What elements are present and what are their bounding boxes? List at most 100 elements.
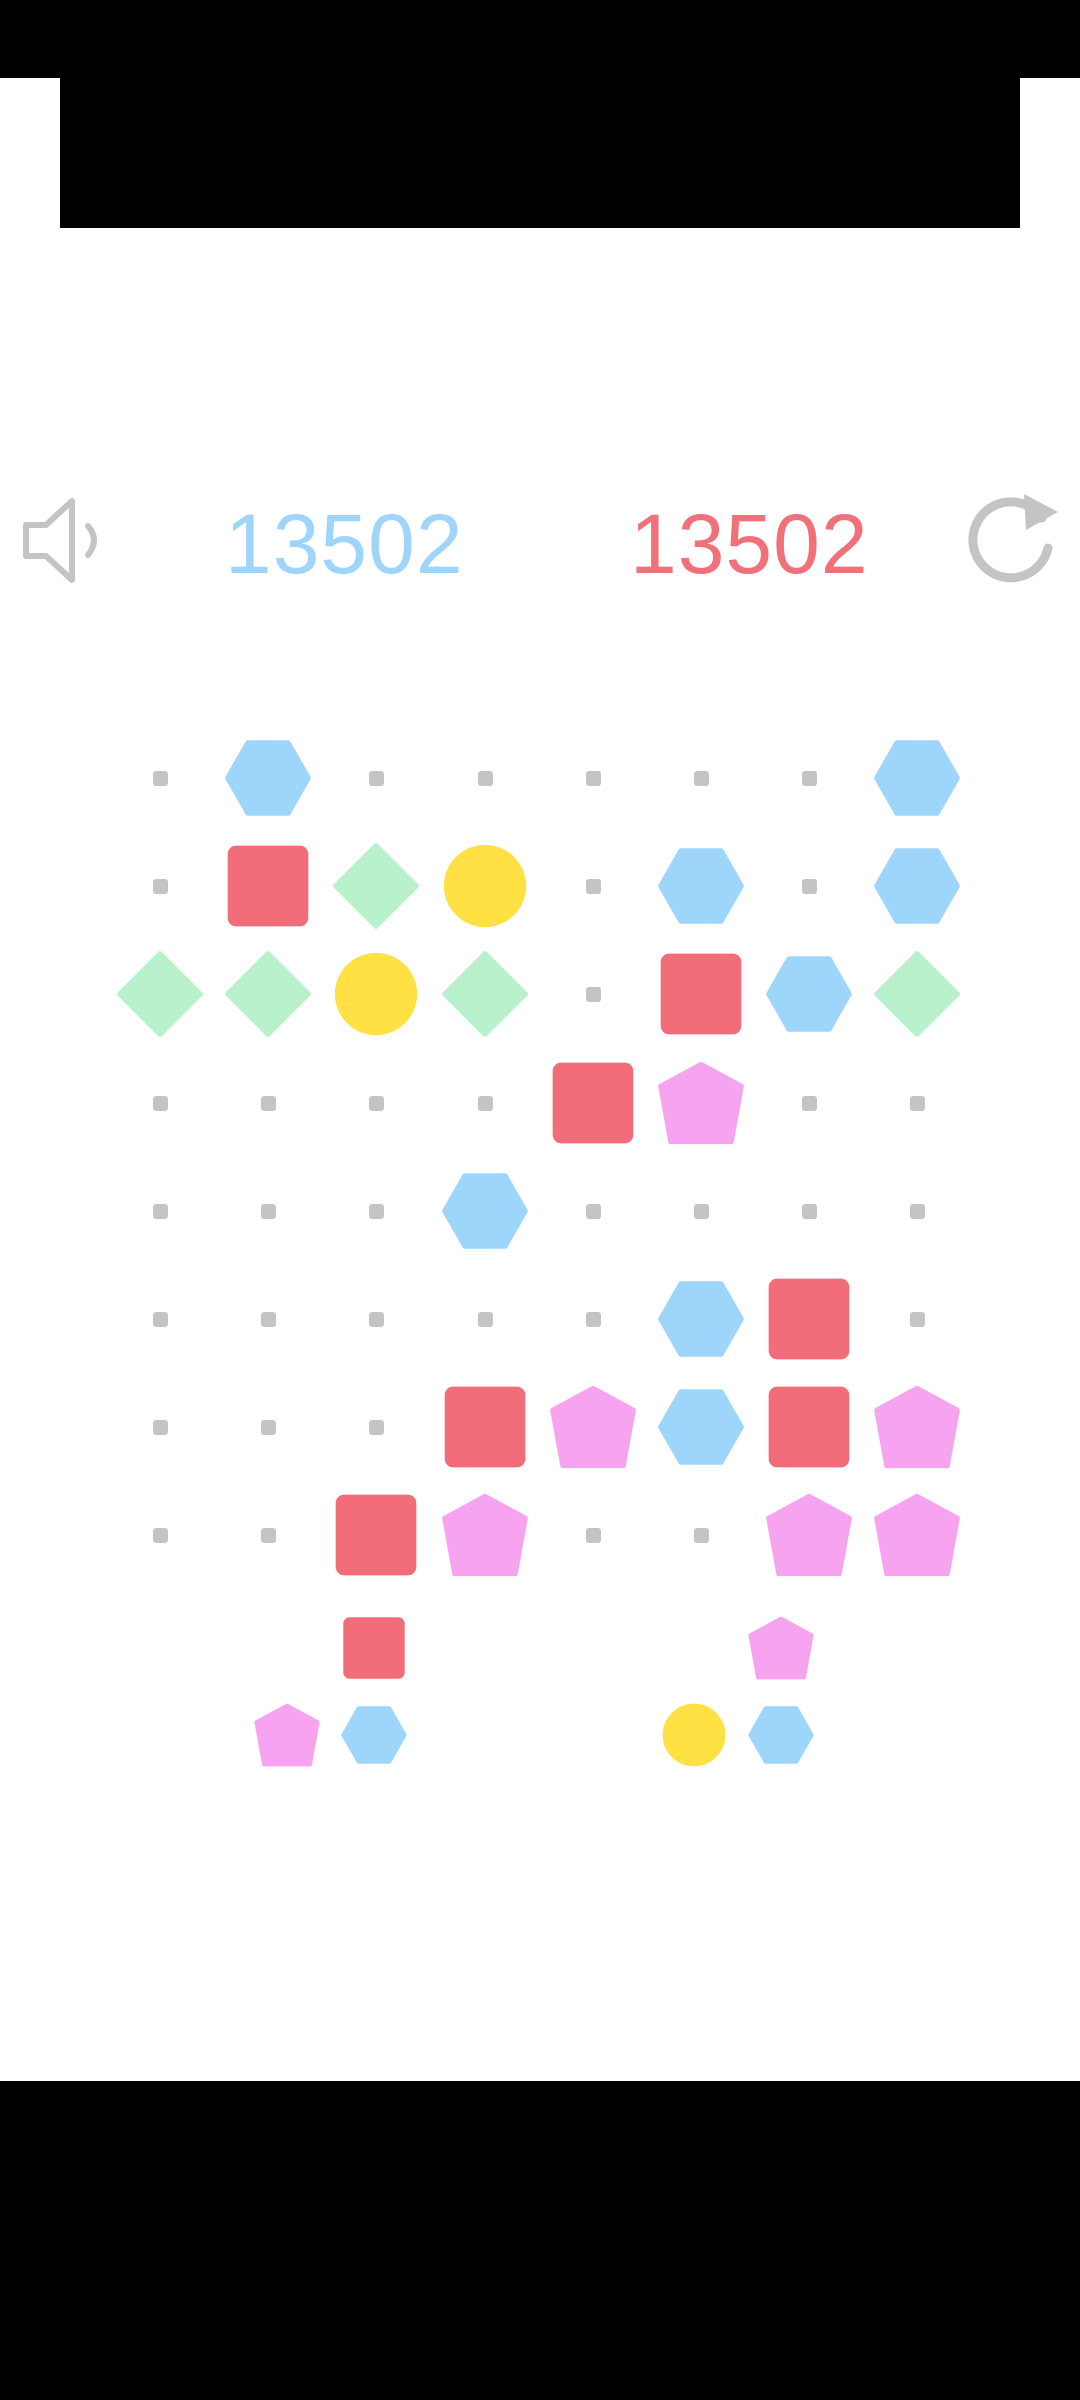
pentagon-icon	[874, 1493, 960, 1577]
empty-cell[interactable]	[651, 1485, 751, 1585]
hexagon-icon	[442, 1173, 528, 1249]
diamond-cell[interactable]	[867, 944, 967, 1044]
pentagon-icon	[658, 1061, 744, 1145]
top-status-bar	[0, 0, 1080, 78]
empty-cell[interactable]	[759, 836, 859, 936]
empty-cell[interactable]	[867, 1053, 967, 1153]
hexagon-icon	[874, 740, 960, 816]
empty-dot	[585, 986, 601, 1002]
empty-dot	[152, 770, 168, 786]
hexagon-cell[interactable]	[867, 836, 967, 936]
pentagon-icon	[874, 1385, 960, 1469]
square-cell[interactable]	[543, 1053, 643, 1153]
empty-cell[interactable]	[543, 944, 643, 1044]
empty-cell[interactable]	[218, 1269, 318, 1369]
empty-cell[interactable]	[543, 836, 643, 936]
empty-cell[interactable]	[435, 1269, 535, 1369]
hexagon-icon	[766, 956, 852, 1032]
empty-cell[interactable]	[110, 1377, 210, 1477]
hexagon-cell[interactable]	[651, 1269, 751, 1369]
bottom-navigation-bar	[0, 2081, 1080, 2400]
empty-cell[interactable]	[326, 728, 426, 828]
empty-cell[interactable]	[543, 1485, 643, 1585]
next-piece-2[interactable]	[659, 1613, 833, 1787]
diamond-cell[interactable]	[435, 944, 535, 1044]
empty-cell[interactable]	[543, 1161, 643, 1261]
circle-icon	[662, 1703, 726, 1767]
empty-cell[interactable]	[110, 1161, 210, 1261]
empty-cell[interactable]	[110, 1053, 210, 1153]
hexagon-icon	[658, 1389, 744, 1465]
square-icon	[227, 845, 309, 927]
hexagon-cell[interactable]	[435, 1161, 535, 1261]
pentagon-cell[interactable]	[867, 1485, 967, 1585]
pentagon-cell[interactable]	[759, 1485, 859, 1585]
piece-pentagon-cell	[746, 1613, 816, 1683]
empty-cell[interactable]	[110, 1485, 210, 1585]
hexagon-cell[interactable]	[218, 728, 318, 828]
hexagon-cell[interactable]	[867, 728, 967, 828]
pentagon-cell[interactable]	[867, 1377, 967, 1477]
diamond-cell[interactable]	[326, 836, 426, 936]
pentagon-icon	[254, 1703, 320, 1767]
empty-cell[interactable]	[435, 728, 535, 828]
diamond-cell[interactable]	[218, 944, 318, 1044]
circle-cell[interactable]	[435, 836, 535, 936]
empty-dot	[368, 1203, 384, 1219]
empty-cell[interactable]	[543, 728, 643, 828]
empty-cell[interactable]	[326, 1269, 426, 1369]
pentagon-icon	[766, 1493, 852, 1577]
empty-cell[interactable]	[651, 728, 751, 828]
circle-cell[interactable]	[326, 944, 426, 1044]
pentagon-icon	[550, 1385, 636, 1469]
hexagon-cell[interactable]	[759, 944, 859, 1044]
diamond-icon	[874, 951, 960, 1037]
empty-cell[interactable]	[110, 1269, 210, 1369]
empty-cell[interactable]	[435, 1053, 535, 1153]
empty-cell[interactable]	[326, 1161, 426, 1261]
empty-cell[interactable]	[218, 1485, 318, 1585]
hexagon-icon	[748, 1706, 814, 1764]
pentagon-cell[interactable]	[435, 1485, 535, 1585]
empty-cell[interactable]	[218, 1053, 318, 1153]
square-cell[interactable]	[218, 836, 318, 936]
empty-cell[interactable]	[759, 728, 859, 828]
empty-dot	[801, 1203, 817, 1219]
empty-dot	[909, 1203, 925, 1219]
square-cell[interactable]	[435, 1377, 535, 1477]
empty-cell[interactable]	[867, 1161, 967, 1261]
hexagon-cell[interactable]	[651, 1377, 751, 1477]
empty-dot	[801, 1095, 817, 1111]
empty-cell[interactable]	[867, 1269, 967, 1369]
empty-cell[interactable]	[651, 1161, 751, 1261]
next-piece-1[interactable]	[252, 1613, 426, 1787]
diamond-icon	[442, 951, 528, 1037]
empty-cell[interactable]	[759, 1161, 859, 1261]
square-cell[interactable]	[759, 1269, 859, 1369]
empty-cell[interactable]	[759, 1053, 859, 1153]
empty-cell[interactable]	[110, 728, 210, 828]
pentagon-cell[interactable]	[543, 1377, 643, 1477]
square-icon	[768, 1386, 850, 1468]
empty-cell[interactable]	[326, 1377, 426, 1477]
empty-dot	[585, 770, 601, 786]
empty-dot	[152, 1311, 168, 1327]
square-cell[interactable]	[651, 944, 751, 1044]
empty-cell[interactable]	[218, 1377, 318, 1477]
square-cell[interactable]	[326, 1485, 426, 1585]
diamond-cell[interactable]	[110, 944, 210, 1044]
empty-cell[interactable]	[218, 1161, 318, 1261]
empty-cell[interactable]	[110, 836, 210, 936]
piece-hexagon-cell	[339, 1700, 409, 1770]
empty-dot	[368, 1419, 384, 1435]
hexagon-cell[interactable]	[651, 836, 751, 936]
empty-dot	[260, 1095, 276, 1111]
piece-square-cell	[339, 1613, 409, 1683]
empty-dot	[585, 1311, 601, 1327]
empty-cell[interactable]	[326, 1053, 426, 1153]
pentagon-cell[interactable]	[651, 1053, 751, 1153]
empty-cell[interactable]	[543, 1269, 643, 1369]
square-cell[interactable]	[759, 1377, 859, 1477]
circle-icon	[443, 844, 527, 928]
empty-dot	[152, 878, 168, 894]
